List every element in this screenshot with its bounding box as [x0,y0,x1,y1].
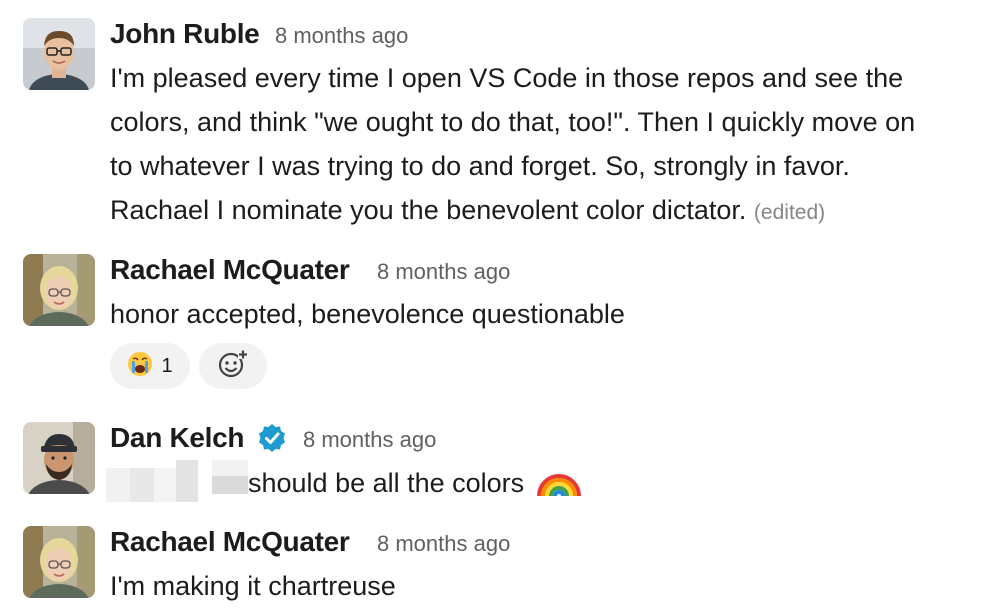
timestamp[interactable]: 8 months ago [377,527,510,561]
reaction-pill[interactable]: 1 [110,343,190,389]
message-line: I'm pleased every time I open VS Code in… [110,63,904,93]
message-text-row: should be all the colors [248,460,582,511]
avatar[interactable] [23,18,95,90]
timestamp[interactable]: 8 months ago [303,423,436,457]
message-line: to whatever I was trying to do and forge… [110,151,850,181]
reaction-count: 1 [161,354,173,377]
message-line-last: Rachael I nominate you the benevolent co… [110,188,825,235]
avatar[interactable] [23,526,95,598]
message-rachael-mcquater-1: Rachael McQuater 8 months ago honor acce… [0,240,1008,400]
timestamp[interactable]: 8 months ago [275,19,408,53]
message-text: Rachael I nominate you the benevolent co… [110,195,747,225]
rainbow-emoji-icon [536,460,582,511]
redacted-mention [106,460,248,506]
author-name[interactable]: John Ruble [110,17,260,51]
add-reaction-button[interactable] [199,343,267,389]
message-dan-kelch: Dan Kelch 8 months ago should be all the… [0,408,1008,512]
author-name[interactable]: Dan Kelch [110,421,245,455]
verified-badge-icon [256,422,288,459]
avatar[interactable] [23,254,95,326]
message-text: I'm making it chartreuse [110,571,396,601]
edited-label: (edited) [753,201,826,224]
message-text: honor accepted, benevolence questionable [110,299,625,329]
message-john-ruble: John Ruble 8 months ago I'm pleased ever… [0,0,1008,240]
add-reaction-icon [217,349,249,384]
timestamp[interactable]: 8 months ago [377,255,510,289]
crying-face-emoji-icon [127,351,153,382]
avatar[interactable] [23,422,95,494]
author-name[interactable]: Rachael McQuater [110,525,350,559]
message-rachael-mcquater-2: Rachael McQuater 8 months ago I'm making… [0,512,1008,612]
author-name[interactable]: Rachael McQuater [110,253,350,287]
message-line: colors, and think "we ought to do that, … [110,107,916,137]
message-text: should be all the colors [248,468,525,498]
